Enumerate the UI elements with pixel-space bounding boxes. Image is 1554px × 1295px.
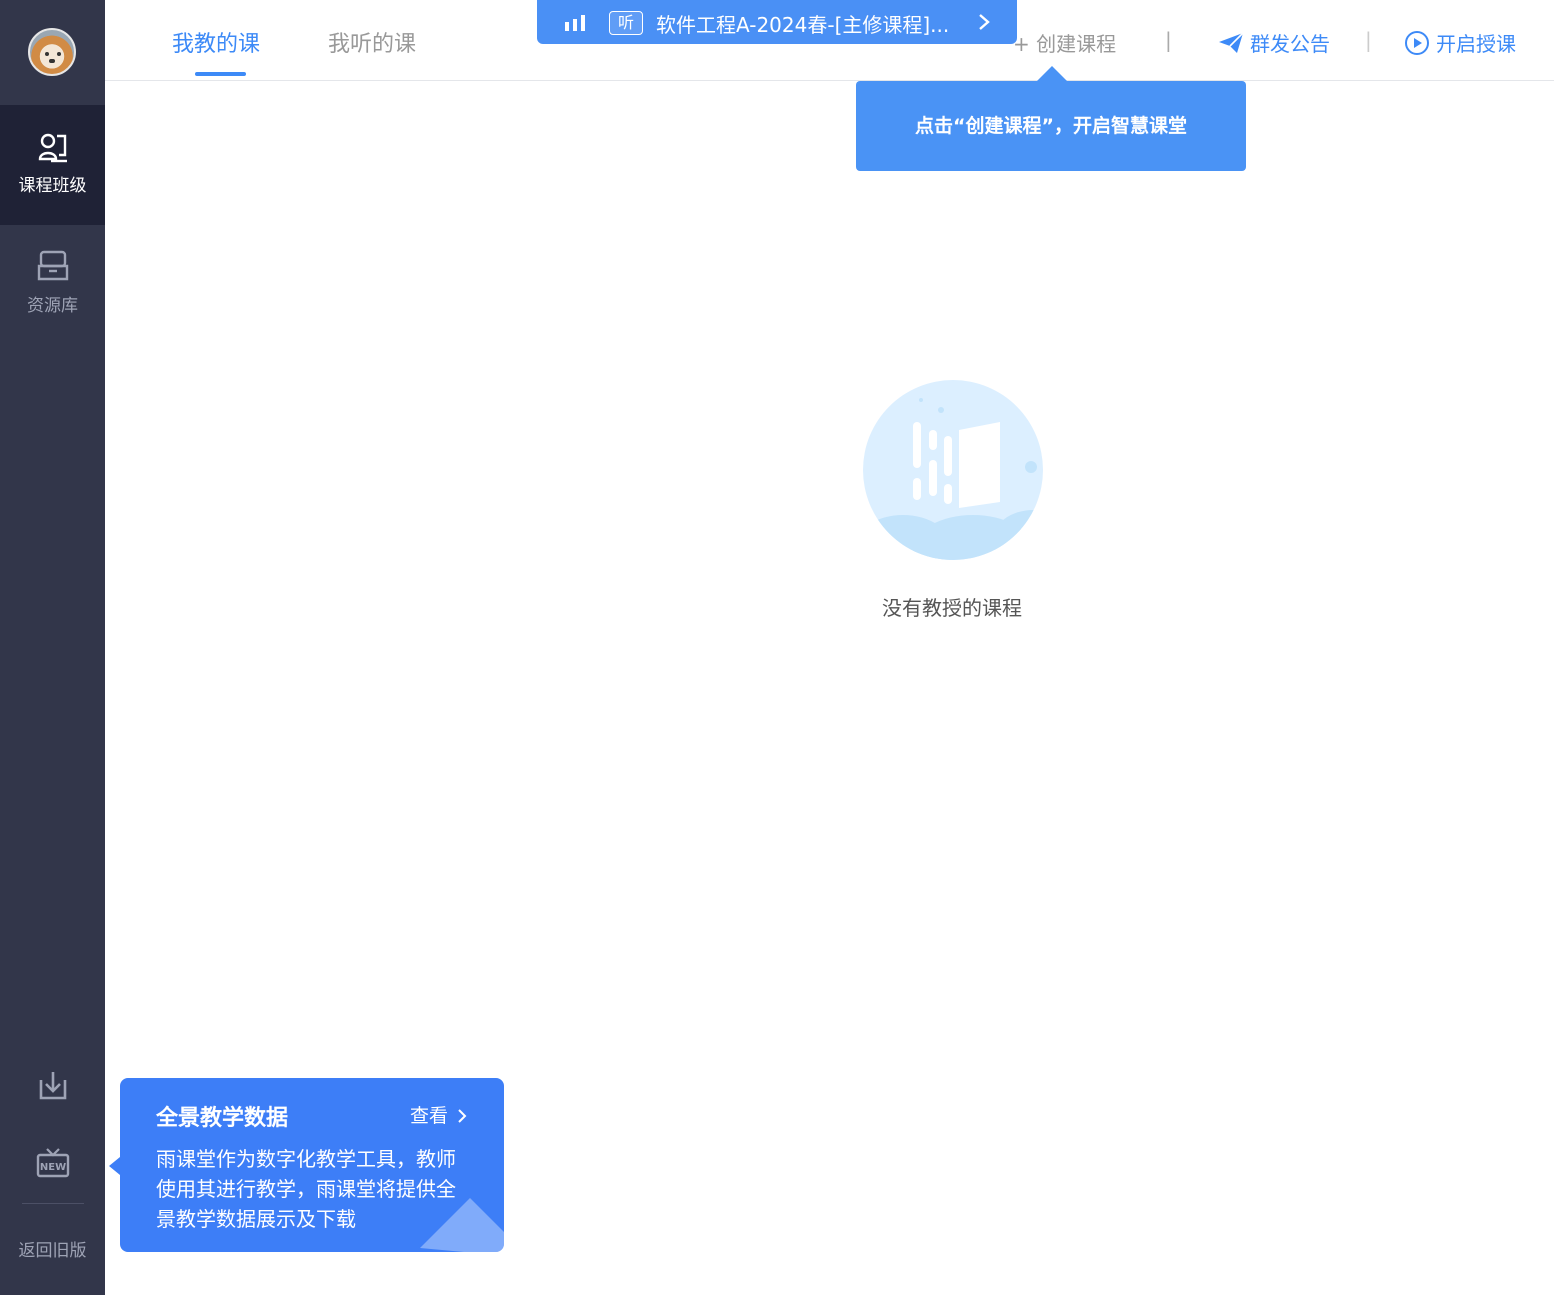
start-class-label: 开启授课 — [1436, 32, 1516, 56]
start-class-button[interactable]: 开启授课 — [1404, 28, 1516, 57]
empty-state-message: 没有教授的课程 — [882, 596, 1022, 620]
class-icon — [38, 133, 67, 163]
promo-view-link[interactable]: 查看 — [410, 1101, 467, 1128]
sidebar-item-label: 资源库 — [27, 296, 78, 316]
promo-view-label: 查看 — [410, 1105, 449, 1127]
svg-text:NEW: NEW — [40, 1162, 66, 1173]
tab-my-attended-courses[interactable]: 我听的课 — [328, 26, 416, 58]
tab-my-taught-courses[interactable]: 我教的课 — [172, 26, 260, 58]
sidebar-item-resource[interactable]: 资源库 — [0, 225, 105, 345]
new-badge-icon[interactable]: NEW — [35, 1146, 71, 1182]
create-course-tooltip: 点击“创建课程”，开启智慧课堂 — [856, 81, 1246, 171]
resource-icon — [37, 250, 69, 281]
active-tab-indicator — [195, 72, 246, 76]
chevron-right-icon — [458, 1109, 467, 1123]
header-separator: | — [1365, 28, 1372, 52]
back-to-old-version-link[interactable]: 返回旧版 — [0, 1236, 105, 1261]
empty-courses-illustration — [863, 380, 1043, 560]
broadcast-label: 群发公告 — [1250, 32, 1330, 56]
promo-decoration — [420, 1198, 504, 1252]
chevron-right-icon — [979, 14, 990, 30]
send-icon — [1219, 32, 1244, 53]
empty-state-message-wrap: 没有教授的课程 — [0, 592, 1554, 621]
avatar[interactable] — [28, 28, 76, 76]
broadcast-announcement-button[interactable]: 群发公告 — [1218, 28, 1330, 57]
create-course-button[interactable]: + 创建课程 — [1013, 28, 1116, 57]
header-separator: | — [1165, 28, 1172, 52]
sidebar: 课程班级 资源库 NEW 返回旧版 — [0, 0, 105, 1295]
panorama-data-promo-card: 全景教学数据 查看 雨课堂作为数字化教学工具，教师使用其进行教学，雨课堂将提供全… — [120, 1078, 504, 1252]
live-class-title: 软件工程A-2024春-[主修课程]... — [656, 13, 950, 37]
promo-title: 全景教学数据 — [156, 1106, 289, 1131]
download-icon[interactable] — [35, 1068, 71, 1104]
play-circle-icon — [1405, 31, 1429, 55]
listen-tag: 听 — [609, 11, 643, 35]
live-class-banner[interactable]: 听 软件工程A-2024春-[主修课程]... — [537, 0, 1017, 44]
sidebar-item-label: 课程班级 — [18, 176, 87, 196]
sidebar-divider — [22, 1203, 84, 1204]
live-bars-icon — [565, 15, 585, 31]
tooltip-arrow — [1037, 66, 1067, 81]
sidebar-item-course-class[interactable]: 课程班级 — [0, 105, 105, 225]
promo-arrow — [109, 1157, 120, 1175]
